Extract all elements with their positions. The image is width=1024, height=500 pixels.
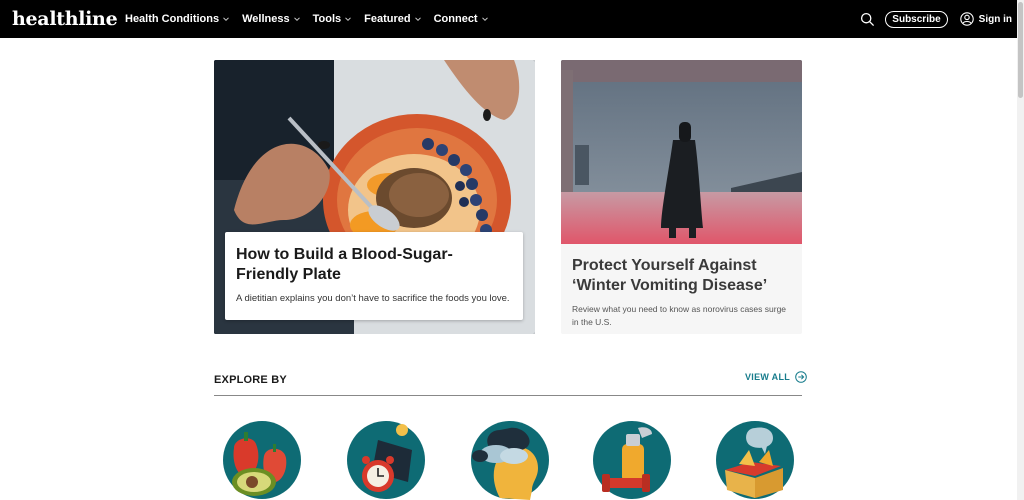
top-navigation-bar: healthline Health Conditions Wellness To… bbox=[0, 0, 1017, 38]
featured-article-title[interactable]: How to Build a Blood-Sugar-Friendly Plat… bbox=[236, 245, 512, 285]
featured-article-description: A dietitian explains you don’t have to s… bbox=[236, 293, 510, 304]
chevron-down-icon bbox=[481, 17, 488, 22]
featured-article-caption: How to Build a Blood-Sugar-Friendly Plat… bbox=[225, 232, 523, 320]
page-scrollbar[interactable] bbox=[1017, 0, 1024, 500]
secondary-article-card[interactable]: Protect Yourself Against ‘Winter Vomitin… bbox=[561, 60, 802, 334]
view-all-link[interactable]: VIEW ALL bbox=[745, 371, 807, 383]
chevron-down-icon bbox=[293, 17, 300, 22]
subscribe-button[interactable]: Subscribe bbox=[885, 10, 948, 28]
sign-in-link[interactable]: Sign in bbox=[959, 12, 1012, 26]
sleep-clock-icon[interactable] bbox=[346, 420, 426, 500]
explore-by-heading: EXPLORE BY bbox=[214, 374, 287, 386]
scrollbar-thumb[interactable] bbox=[1018, 2, 1023, 98]
chevron-down-icon bbox=[414, 17, 421, 22]
chevron-down-icon bbox=[223, 17, 229, 22]
nav-connect[interactable]: Connect bbox=[434, 13, 488, 25]
section-divider bbox=[214, 395, 802, 396]
winter-rooftop-photo bbox=[561, 60, 802, 244]
mental-health-head-icon[interactable] bbox=[470, 420, 550, 500]
user-icon bbox=[959, 12, 974, 26]
secondary-article-description: Review what you need to know as noroviru… bbox=[572, 304, 787, 327]
nav-featured[interactable]: Featured bbox=[364, 13, 421, 25]
main-nav: Health Conditions Wellness Tools Feature… bbox=[125, 0, 501, 38]
nav-wellness[interactable]: Wellness bbox=[242, 13, 300, 25]
healthline-logo[interactable]: healthline bbox=[12, 8, 118, 30]
secondary-article-caption: Protect Yourself Against ‘Winter Vomitin… bbox=[572, 256, 794, 329]
search-icon[interactable] bbox=[860, 12, 875, 27]
header-actions: Subscribe Sign in bbox=[860, 0, 1012, 38]
food-vegetables-icon[interactable] bbox=[222, 420, 302, 500]
nav-health-conditions[interactable]: Health Conditions bbox=[125, 13, 229, 25]
fitness-weights-icon[interactable] bbox=[592, 420, 672, 500]
product-box-icon[interactable] bbox=[715, 420, 795, 500]
nav-tools[interactable]: Tools bbox=[313, 13, 352, 25]
chevron-down-icon bbox=[345, 17, 351, 22]
arrow-right-circle-icon bbox=[795, 371, 807, 383]
secondary-article-title[interactable]: Protect Yourself Against ‘Winter Vomitin… bbox=[572, 256, 794, 296]
featured-article-card[interactable]: How to Build a Blood-Sugar-Friendly Plat… bbox=[214, 60, 535, 334]
